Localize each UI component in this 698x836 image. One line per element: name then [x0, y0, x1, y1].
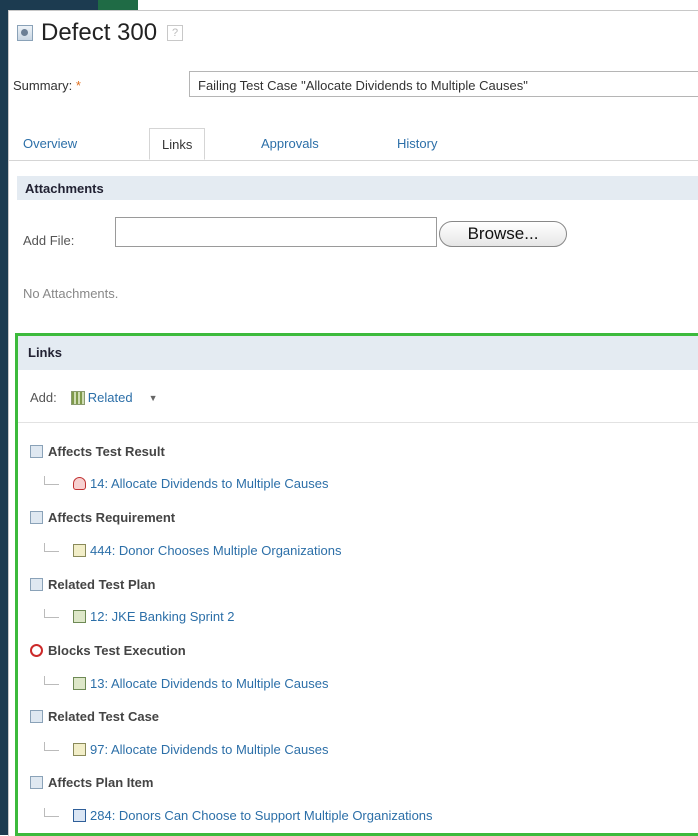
tree-connector: [44, 808, 59, 817]
tree-connector: [44, 543, 59, 552]
link-group-title: Related Test Case: [48, 709, 160, 724]
link-text[interactable]: 284: Donors Can Choose to Support Multip…: [90, 808, 433, 823]
link-item[interactable]: 97: Allocate Dividends to Multiple Cause…: [38, 742, 328, 757]
related-link-icon: [70, 390, 85, 405]
link-group-blocks-test-execution: Blocks Test Execution: [30, 643, 186, 658]
link-group-affects-requirement: Affects Requirement: [30, 510, 175, 525]
add-file-label: Add File:: [23, 233, 75, 248]
no-attachments-text: No Attachments.: [23, 286, 119, 301]
help-icon[interactable]: ?: [167, 25, 184, 41]
link-group-title: Affects Test Result: [48, 444, 165, 459]
tab-approvals[interactable]: Approvals: [261, 136, 319, 151]
plan-item-group-icon: [30, 776, 43, 789]
add-label: Add:: [30, 390, 57, 405]
tab-links[interactable]: Links: [149, 128, 206, 160]
link-text[interactable]: 97: Allocate Dividends to Multiple Cause…: [90, 742, 328, 757]
summary-label-text: Summary:: [13, 78, 73, 93]
test-plan-icon: [30, 578, 43, 591]
link-item[interactable]: 13: Allocate Dividends to Multiple Cause…: [38, 676, 328, 691]
link-group-affects-test-result: Affects Test Result: [30, 444, 165, 459]
links-header: Links: [18, 336, 698, 370]
title-row: Defect 300 ?: [17, 19, 184, 47]
link-type-dropdown[interactable]: Related: [88, 390, 133, 405]
tree-connector: [44, 476, 59, 485]
browse-button[interactable]: Browse...: [439, 221, 567, 247]
story-icon: [73, 809, 86, 822]
tree-connector: [44, 676, 59, 685]
tree-connector: [44, 742, 59, 751]
page-title: Defect 300: [41, 19, 158, 46]
link-item[interactable]: 12: JKE Banking Sprint 2: [38, 609, 235, 624]
summary-label: Summary: *: [13, 78, 81, 93]
attachments-header: Attachments: [17, 176, 698, 200]
required-mark: *: [75, 78, 81, 93]
link-text[interactable]: 444: Donor Chooses Multiple Organization…: [90, 543, 341, 558]
link-text[interactable]: 12: JKE Banking Sprint 2: [90, 609, 235, 624]
add-link-row: Add: Related ▼: [30, 390, 157, 405]
summary-input[interactable]: Failing Test Case "Allocate Dividends to…: [189, 71, 698, 97]
tree-connector: [44, 609, 59, 618]
link-item[interactable]: 14: Allocate Dividends to Multiple Cause…: [38, 476, 328, 491]
execution-item-icon: [73, 677, 86, 690]
tab-overview[interactable]: Overview: [23, 136, 77, 151]
link-group-title: Affects Plan Item: [48, 775, 154, 790]
tab-history[interactable]: History: [397, 136, 437, 151]
link-text[interactable]: 13: Allocate Dividends to Multiple Cause…: [90, 676, 328, 691]
test-case-item-icon: [73, 743, 86, 756]
divider: [18, 422, 698, 423]
link-group-title: Affects Requirement: [48, 510, 176, 525]
link-item[interactable]: 444: Donor Chooses Multiple Organization…: [38, 543, 341, 558]
test-case-icon: [30, 710, 43, 723]
tab-bar: Overview Links Approvals History: [9, 128, 698, 161]
link-group-title: Blocks Test Execution: [48, 643, 186, 658]
plan-item-icon: [73, 610, 86, 623]
work-item-editor: Defect 300 ? Summary: * Failing Test Cas…: [8, 10, 698, 836]
file-path-input[interactable]: [115, 217, 437, 247]
link-group-related-test-case: Related Test Case: [30, 709, 159, 724]
test-result-icon: [30, 445, 43, 458]
defect-type-icon[interactable]: [17, 25, 33, 41]
requirement-icon: [30, 511, 43, 524]
chevron-down-icon[interactable]: ▼: [149, 393, 158, 403]
requirement-item-icon: [73, 544, 86, 557]
link-group-related-test-plan: Related Test Plan: [30, 577, 155, 592]
link-item[interactable]: 284: Donors Can Choose to Support Multip…: [38, 808, 433, 823]
link-group-affects-plan-item: Affects Plan Item: [30, 775, 153, 790]
link-text[interactable]: 14: Allocate Dividends to Multiple Cause…: [90, 476, 328, 491]
link-group-title: Related Test Plan: [48, 577, 156, 592]
links-section: Links Add: Related ▼ Affects Test Result…: [15, 333, 698, 836]
failed-result-icon: [73, 477, 86, 490]
blocks-icon: [30, 644, 43, 657]
